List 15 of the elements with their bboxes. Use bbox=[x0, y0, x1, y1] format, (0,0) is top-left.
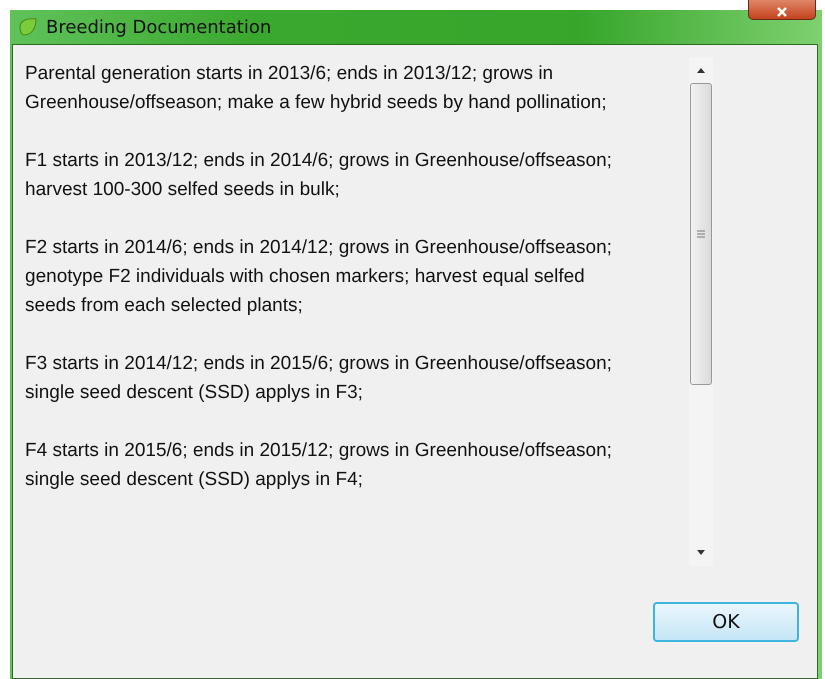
close-icon bbox=[775, 7, 789, 17]
scroll-down-icon[interactable] bbox=[696, 550, 706, 556]
scroll-up-icon[interactable] bbox=[696, 67, 706, 73]
paragraph: F4 starts in 2015/6; ends in 2015/12; grows in Greenhouse/offseason; single seed descent (SSD) applys in F4; bbox=[25, 439, 613, 492]
grip-icon bbox=[697, 230, 705, 238]
paragraph: F3 starts in 2014/12; ends in 2015/6; grows in Greenhouse/offseason; single seed descent (SSD) applys in F3; bbox=[25, 352, 613, 405]
paragraph: Parental generation starts in 2013/6; ends in 2013/12; grows in Greenhouse/offseason; make a few hybrid seeds by hand pollination; bbox=[25, 62, 608, 115]
leaf-icon bbox=[18, 17, 38, 37]
window-title: Breeding Documentation bbox=[46, 16, 272, 38]
scrollbar[interactable] bbox=[689, 57, 713, 566]
scroll-thumb[interactable] bbox=[690, 83, 712, 385]
close-button[interactable] bbox=[748, 0, 816, 20]
ok-button[interactable]: OK bbox=[653, 602, 799, 642]
paragraph: F2 starts in 2014/6; ends in 2014/12; grows in Greenhouse/offseason; genotype F2 individuals with chosen markers; harvest equal selfed seeds from each selected plants; bbox=[25, 236, 613, 318]
paragraph: F1 starts in 2013/12; ends in 2014/6; grows in Greenhouse/offseason; harvest 100-300 selfed seeds in bulk; bbox=[25, 149, 613, 202]
